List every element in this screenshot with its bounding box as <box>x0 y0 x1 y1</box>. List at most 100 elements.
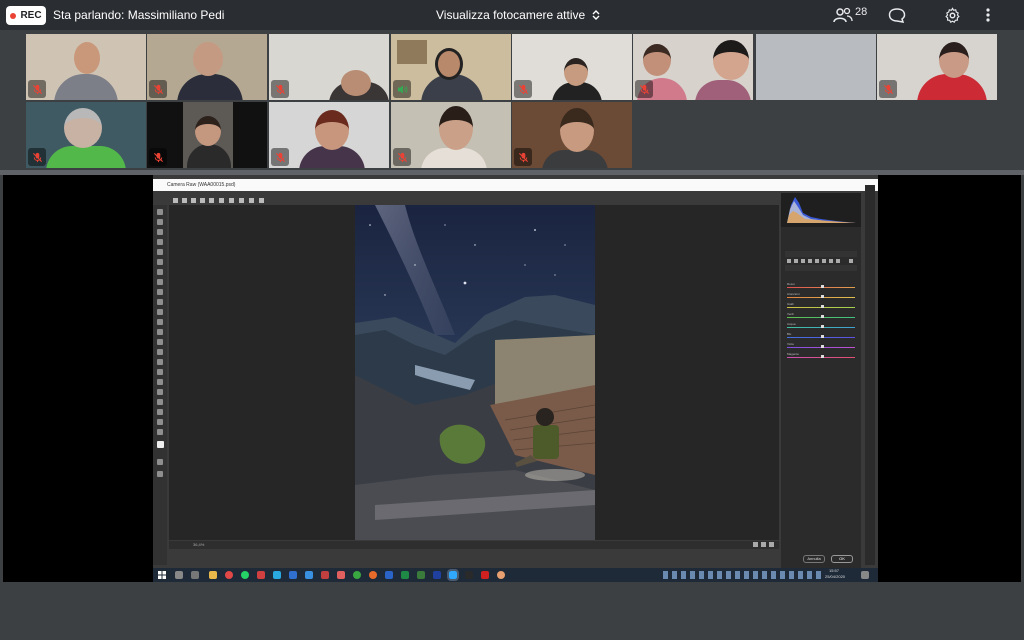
whatsapp-icon[interactable] <box>241 571 249 579</box>
app-icon[interactable] <box>465 571 473 579</box>
right-icon-strip <box>865 185 875 565</box>
panel-tab-icons[interactable] <box>785 251 857 263</box>
photoshop-icon[interactable] <box>447 569 459 581</box>
participant-tile[interactable] <box>269 34 389 100</box>
task-view-icon[interactable] <box>191 571 199 579</box>
participant-tile[interactable] <box>877 34 997 100</box>
meeting-top-bar: REC Sta parlando: Massimiliano Pedi Visu… <box>0 0 1024 30</box>
app-icon[interactable] <box>417 571 425 579</box>
system-tray[interactable] <box>663 571 823 579</box>
participant-tile[interactable] <box>269 102 389 168</box>
slider-row[interactable]: Arancioni <box>787 292 855 299</box>
slider-label: Arancioni <box>787 292 800 296</box>
rec-label: REC <box>20 10 42 21</box>
camera-raw-side-panel: Rossi Arancioni Gialli Verdi Acqua Blu V… <box>781 193 861 568</box>
mic-muted-indicator <box>149 80 167 98</box>
search-icon[interactable] <box>175 571 183 579</box>
mic-muted-indicator <box>514 80 532 98</box>
slider-label: Verdi <box>787 312 794 316</box>
slider-row[interactable]: Rossi <box>787 282 855 289</box>
photo-canvas[interactable] <box>169 205 779 540</box>
app-icon[interactable] <box>257 571 265 579</box>
view-toggle-icon[interactable] <box>753 542 758 547</box>
app-icon[interactable] <box>321 571 329 579</box>
slider-label: Viola <box>787 342 794 346</box>
participant-tile[interactable] <box>147 34 267 100</box>
active-speaker-text: Sta parlando: Massimiliano Pedi <box>53 8 225 22</box>
mic-off-icon <box>518 152 528 162</box>
app-icon[interactable] <box>273 571 281 579</box>
mic-muted-indicator <box>514 148 532 166</box>
mic-off-icon <box>153 152 163 162</box>
record-dot-icon <box>10 12 17 19</box>
slider-row[interactable]: Viola <box>787 342 855 349</box>
slider-row[interactable]: Gialli <box>787 302 855 309</box>
participants-button[interactable]: 28 <box>833 5 867 25</box>
participants-grid <box>0 30 1024 170</box>
slider-row[interactable]: Acqua <box>787 322 855 329</box>
participant-tile-speaking[interactable] <box>391 34 511 100</box>
camera-raw-toolbar <box>169 193 779 204</box>
pdf-icon[interactable] <box>481 571 489 579</box>
mic-muted-indicator <box>149 148 167 166</box>
participant-tile[interactable] <box>26 102 146 168</box>
participant-tile[interactable] <box>512 102 632 168</box>
slider-row[interactable]: Verdi <box>787 312 855 319</box>
view-toggle-icon[interactable] <box>761 542 766 547</box>
slider-label: Acqua <box>787 322 796 326</box>
slider-row[interactable]: Magenta <box>787 352 855 359</box>
speaker-icon <box>397 84 407 94</box>
view-mode-dropdown[interactable]: Visualizza fotocamere attive <box>436 8 601 22</box>
app-icon[interactable] <box>225 571 233 579</box>
windows-taskbar: 15:57 25/04/2020 <box>153 568 878 582</box>
hsl-tabs[interactable] <box>785 265 857 271</box>
windows-start-icon[interactable] <box>158 571 166 579</box>
participant-tile[interactable] <box>756 34 876 100</box>
chevron-updown-icon <box>592 10 600 20</box>
firefox-icon[interactable] <box>369 571 377 579</box>
photoshop-window: Camera Raw (WAA00015.psd) 36,4% Rossi Ar… <box>153 175 878 582</box>
view-toggle-icon[interactable] <box>769 542 774 547</box>
participant-tile[interactable] <box>391 102 511 168</box>
more-options-button[interactable] <box>984 5 992 25</box>
cancel-button[interactable]: Annulla <box>803 555 825 563</box>
mic-muted-indicator <box>28 80 46 98</box>
histogram <box>781 193 861 227</box>
settings-button[interactable] <box>944 5 961 25</box>
participant-tile[interactable] <box>512 34 632 100</box>
app-icon[interactable] <box>497 571 505 579</box>
mic-off-icon <box>153 84 163 94</box>
file-explorer-icon[interactable] <box>209 571 217 579</box>
app-icon[interactable] <box>433 571 441 579</box>
participant-tile[interactable] <box>26 34 146 100</box>
mic-off-icon <box>32 84 42 94</box>
word-icon[interactable] <box>385 571 393 579</box>
mic-muted-indicator <box>271 148 289 166</box>
canvas-status-bar: 36,4% <box>169 541 779 549</box>
mic-off-icon <box>275 152 285 162</box>
mic-off-icon <box>397 152 407 162</box>
recording-badge: REC <box>6 6 46 25</box>
night-landscape-photo <box>355 205 595 540</box>
slider-label: Magenta <box>787 352 799 356</box>
notifications-icon[interactable] <box>861 571 869 579</box>
excel-icon[interactable] <box>401 571 409 579</box>
view-mode-label: Visualizza fotocamere attive <box>436 8 586 22</box>
mic-muted-indicator <box>28 148 46 166</box>
chrome-icon[interactable] <box>353 571 361 579</box>
mic-off-icon <box>275 84 285 94</box>
tools-panel <box>153 205 167 565</box>
slider-row[interactable]: Blu <box>787 332 855 339</box>
app-icon[interactable] <box>337 571 345 579</box>
more-vertical-icon <box>986 8 990 22</box>
app-icon[interactable] <box>305 571 313 579</box>
chat-button[interactable] <box>888 5 906 25</box>
slider-label: Gialli <box>787 302 794 306</box>
participant-tile[interactable] <box>147 102 267 168</box>
gear-icon <box>945 6 960 23</box>
shared-screen: Camera Raw (WAA00015.psd) 36,4% Rossi Ar… <box>3 175 1021 582</box>
participant-tile[interactable] <box>633 34 753 100</box>
app-icon[interactable] <box>289 571 297 579</box>
ok-button[interactable]: OK <box>831 555 853 563</box>
mic-off-icon <box>639 84 649 94</box>
